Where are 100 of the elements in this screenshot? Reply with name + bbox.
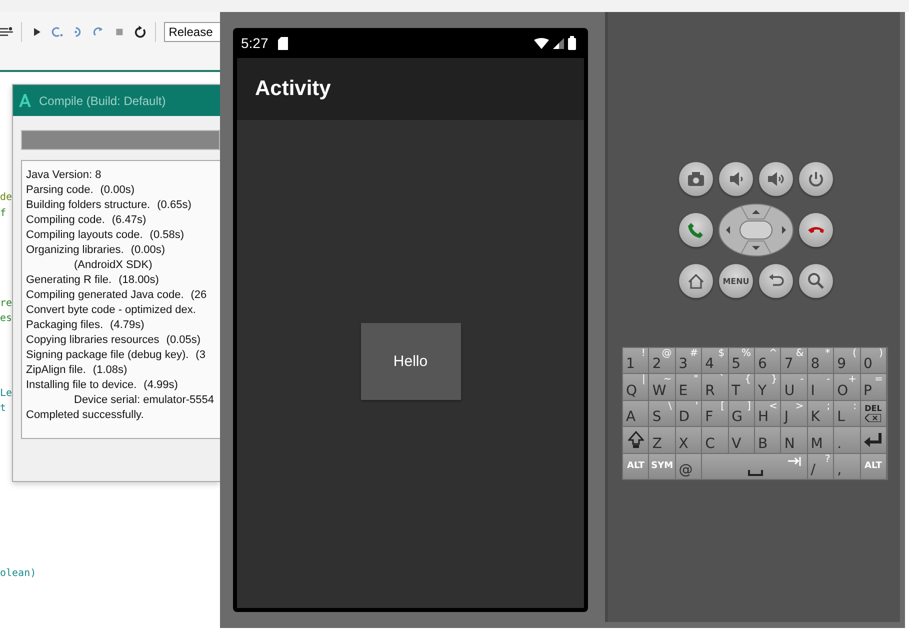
code-text: Le [0, 388, 12, 399]
keyboard-key[interactable]: 6 ^ [754, 348, 780, 374]
keyboard-key[interactable]: I - [808, 374, 834, 400]
log-text: Copying libraries resources [26, 334, 160, 348]
keyboard-key[interactable]: / ? [808, 454, 834, 479]
home-button[interactable] [679, 264, 713, 298]
keyboard-key[interactable]: U - [781, 374, 807, 400]
wifi-icon [534, 38, 549, 48]
log-text: Compiling code. [26, 214, 105, 228]
keyboard-key[interactable]: 1 ! [623, 348, 648, 374]
hello-button[interactable]: Hello [360, 322, 460, 400]
keyboard-key[interactable]: M [808, 427, 834, 453]
keyboard-key[interactable]: K ; [808, 400, 834, 426]
log-text: Organizing libraries. [26, 244, 124, 258]
log-text: Packaging files. [26, 319, 104, 333]
keyboard-key[interactable]: ALT [860, 454, 886, 479]
keyboard-key[interactable]: P = [860, 374, 886, 400]
log-time: (26 [190, 289, 207, 303]
keyboard-key[interactable]: T { [728, 374, 754, 400]
keyboard-key[interactable]: D ' [676, 400, 702, 426]
step-icon[interactable] [50, 24, 64, 40]
keyboard-key[interactable]: O + [834, 374, 860, 400]
keyboard-key[interactable]: F [ [702, 400, 728, 426]
keyboard-key[interactable]: 5 % [728, 348, 754, 374]
code-text: olean) [0, 568, 36, 579]
log-text: Installing file to device. [26, 379, 137, 393]
keyboard-key[interactable]: @ [676, 454, 702, 479]
keyboard-key[interactable]: L : [834, 400, 860, 426]
log-time: (0.58s) [150, 229, 184, 243]
log-text: (AndroidX SDK) [74, 259, 152, 273]
keyboard-key[interactable]: ALT [623, 454, 648, 479]
volume-down-button[interactable] [719, 162, 753, 196]
enter-arrow-icon [863, 432, 884, 448]
log-text: Convert byte code - optimized dex. [26, 304, 196, 318]
battery-icon [568, 36, 576, 50]
end-call-button[interactable] [799, 213, 833, 247]
keyboard-key[interactable]: Y } [754, 374, 780, 400]
status-time: 5:27 [241, 35, 268, 51]
keyboard-key[interactable]: 2 @ [649, 348, 675, 374]
keyboard-key[interactable]: H < [754, 400, 780, 426]
app-logo-icon [19, 94, 31, 107]
shift-key[interactable] [623, 427, 648, 453]
keyboard-key[interactable]: , [834, 454, 860, 479]
log-text: Parsing code. [26, 184, 94, 198]
log-time: (0.05s) [166, 334, 201, 348]
keyboard-key[interactable]: V [728, 427, 754, 453]
keyboard-key[interactable]: SYM [649, 454, 675, 479]
keyboard-key[interactable]: 9 ( [834, 348, 860, 374]
keyboard-key[interactable]: X [676, 427, 702, 453]
keyboard-key[interactable]: C [702, 427, 728, 453]
log-text: Device serial: emulator-5554 [74, 394, 214, 408]
power-button[interactable] [799, 162, 833, 196]
dpad-control[interactable] [718, 203, 794, 257]
keyboard-key[interactable]: W ~ [649, 374, 675, 400]
keyboard-key[interactable]: 8 * [808, 348, 834, 374]
call-button[interactable] [679, 213, 713, 247]
power-icon [806, 169, 826, 189]
keyboard-key[interactable]: 4 $ [702, 348, 728, 374]
log-text: Signing package file (debug key). [26, 349, 189, 363]
keyboard-key[interactable]: 3 # [676, 348, 702, 374]
backspace-icon [865, 414, 882, 422]
log-text: Compiling layouts code. [26, 229, 143, 243]
log-text: Completed successfully. [26, 409, 144, 423]
keyboard-key[interactable]: J > [781, 400, 807, 426]
dialog-title: Compile (Build: Default) [39, 94, 166, 108]
keyboard-key[interactable]: E " [676, 374, 702, 400]
log-time: (3 [196, 349, 206, 363]
enter-key[interactable] [860, 427, 886, 453]
keyboard-key[interactable]: B [754, 427, 780, 453]
log-time: (18.00s) [118, 274, 159, 288]
delete-key[interactable]: DEL [860, 400, 886, 426]
log-text: Generating R file. [26, 274, 112, 288]
keyboard-key[interactable]: N [781, 427, 807, 453]
menu-button[interactable]: MENU [719, 264, 753, 298]
keyboard-key[interactable]: A [623, 400, 648, 426]
build-config-dropdown[interactable]: Release [164, 22, 222, 42]
back-button[interactable] [759, 264, 793, 298]
log-time: (0.00s) [130, 244, 166, 258]
log-time: (0.65s) [157, 199, 192, 213]
keyboard-key[interactable]: S \ [649, 400, 675, 426]
log-text: Java Version: 8 [26, 169, 102, 183]
keyboard-key[interactable]: 0 ) [860, 348, 886, 374]
log-time: (6.47s) [112, 214, 146, 228]
code-text: re [0, 298, 12, 309]
keyboard-key[interactable]: G ] [728, 400, 754, 426]
reload-icon[interactable] [134, 24, 147, 40]
keyboard-key[interactable]: R ` [702, 374, 728, 400]
log-text: Compiling generated Java code. [26, 289, 184, 303]
log-text: Building folders structure. [26, 199, 150, 213]
app-title: Activity [255, 77, 331, 101]
keyboard-key[interactable]: Q | [623, 374, 648, 400]
search-button[interactable] [799, 264, 833, 298]
keyboard-key[interactable]: . [834, 427, 860, 453]
log-time: (0.00s) [100, 184, 135, 198]
keyboard-key[interactable]: Z [649, 427, 675, 453]
camera-button[interactable] [679, 162, 713, 196]
log-time: (1.08s) [92, 364, 128, 378]
code-text: t [0, 403, 6, 414]
volume-up-button[interactable] [759, 162, 793, 196]
keyboard-key[interactable]: 7 & [781, 348, 807, 374]
